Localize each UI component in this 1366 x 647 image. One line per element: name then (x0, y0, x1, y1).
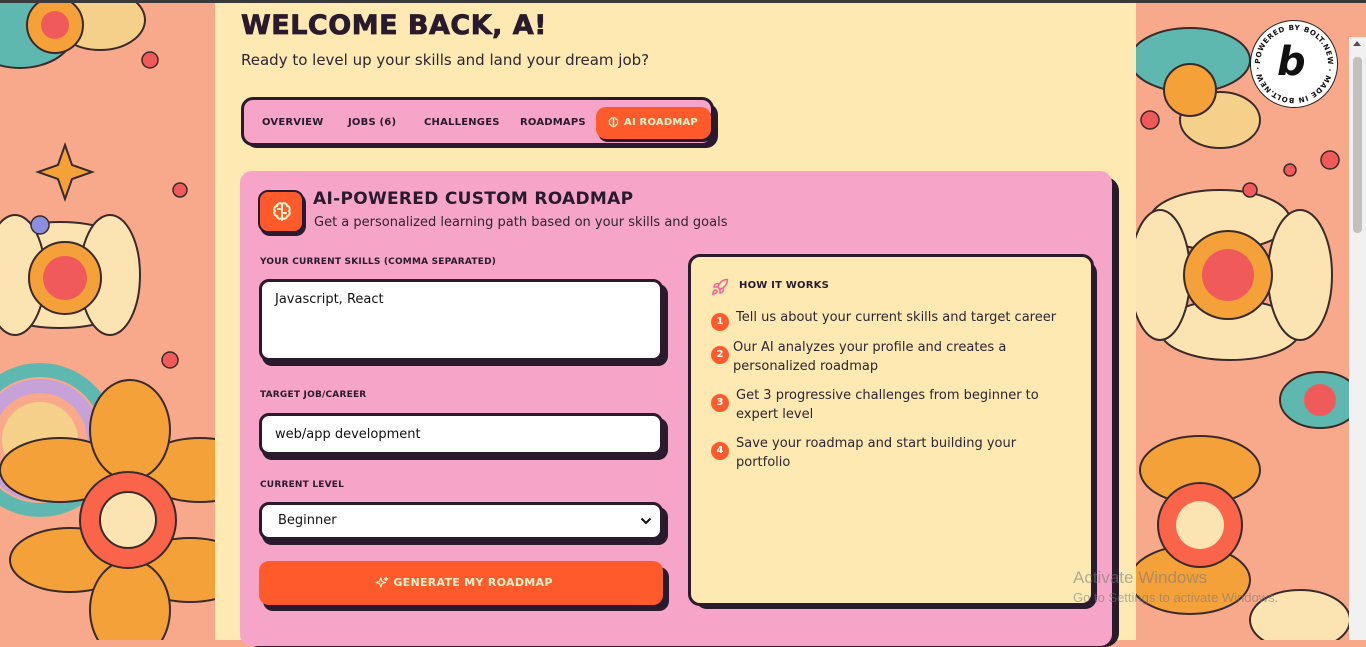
skills-label: YOUR CURRENT SKILLS (COMMA SEPARATED) (260, 257, 497, 267)
target-label: TARGET JOB/CAREER (260, 390, 367, 400)
tab-jobs[interactable]: JOBS (6) (348, 107, 396, 139)
window-top-border (0, 0, 1366, 3)
scrollbar-thumb[interactable] (1353, 57, 1362, 233)
step-number: 1 (711, 313, 729, 331)
step-number: 3 (711, 394, 729, 412)
panel-title: AI-POWERED CUSTOM ROADMAP (313, 189, 634, 209)
step-text: Get 3 progressive challenges from beginn… (736, 388, 1039, 422)
level-label: CURRENT LEVEL (260, 480, 345, 490)
rocket-icon (712, 278, 729, 295)
generate-roadmap-button[interactable]: GENERATE MY ROADMAP (259, 561, 663, 605)
panel-icon-box (258, 190, 304, 233)
level-select[interactable]: Beginner (259, 502, 663, 540)
step-number: 2 (711, 346, 729, 364)
tab-roadmaps[interactable]: ROADMAPS (520, 107, 586, 139)
target-career-input[interactable] (259, 413, 663, 455)
page-scrollbar[interactable] (1349, 37, 1366, 640)
tab-ai-roadmap[interactable]: AI ROADMAP (596, 107, 711, 139)
bolt-badge[interactable]: POWERED BY BOLT.NEW · MADE IN BOLT.NEW ·… (1250, 20, 1338, 108)
brain-icon (608, 117, 619, 128)
flower-left-mid (0, 214, 141, 336)
brain-icon (273, 202, 291, 221)
bolt-logo: b (1277, 39, 1306, 85)
tab-challenges[interactable]: CHALLENGES (424, 107, 500, 139)
main-content: WELCOME BACK, A! Ready to level up your … (215, 0, 1136, 647)
panel-subtitle: Get a personalized learning path based o… (314, 215, 728, 230)
skills-textarea[interactable]: Javascript, React (259, 279, 663, 361)
generate-roadmap-label: GENERATE MY ROADMAP (393, 576, 553, 589)
tab-overview[interactable]: OVERVIEW (262, 107, 323, 139)
flower-right-mid (1129, 189, 1333, 361)
sparkles-icon (375, 576, 389, 588)
how-it-works-card: HOW IT WORKS 1 Tell us about your curren… (688, 254, 1094, 606)
scroll-up-arrow-icon[interactable] (1353, 41, 1361, 46)
level-select-value: Beginner (278, 513, 337, 528)
step-text: Tell us about your current skills and ta… (736, 310, 1057, 325)
step-text: Save your roadmap and start building you… (736, 436, 1017, 470)
step-text: Our AI analyzes your profile and creates… (733, 340, 1007, 374)
chevron-down-icon (640, 517, 652, 525)
watermark-line-1: Activate Windows (1073, 568, 1208, 587)
page-subtitle: Ready to level up your skills and land y… (241, 51, 650, 69)
tab-ai-roadmap-label: AI ROADMAP (624, 117, 698, 128)
ai-roadmap-panel: AI-POWERED CUSTOM ROADMAP Get a personal… (240, 171, 1112, 646)
activate-windows-watermark: Activate Windows Go to Settings to activ… (1073, 568, 1278, 605)
page-title: WELCOME BACK, A! (241, 10, 547, 42)
watermark-line-2: Go to Settings to activate Windows. (1073, 590, 1279, 605)
how-it-works-title: HOW IT WORKS (739, 280, 829, 291)
tab-bar: OVERVIEW JOBS (6) CHALLENGES ROADMAPS AI… (241, 97, 714, 146)
step-number: 4 (711, 442, 729, 460)
